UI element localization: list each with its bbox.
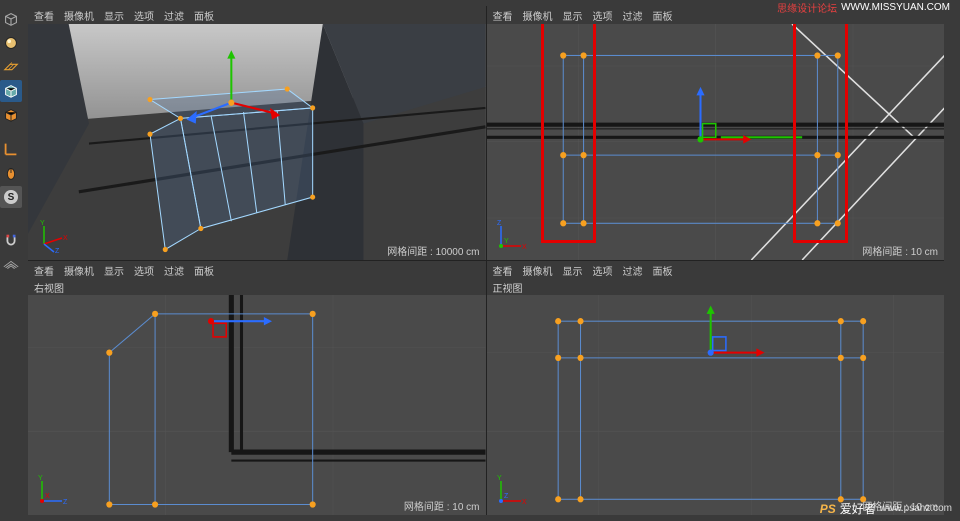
watermark-top: 思缘设计论坛 WWW.MISSYUAN.COM	[777, 0, 950, 15]
perspective-canvas[interactable]: Y X Z 网格间距 : 10000 cm	[28, 24, 486, 260]
tool-magnet[interactable]	[0, 230, 22, 252]
menu-options[interactable]: 选项	[593, 8, 613, 23]
svg-text:Z: Z	[55, 248, 60, 254]
svg-text:Y: Y	[40, 220, 45, 227]
vp-menubar: 查看 摄像机 显示 选项 过滤 面板	[487, 261, 945, 279]
tool-axis[interactable]	[0, 138, 22, 160]
menu-panel[interactable]: 面板	[653, 8, 673, 23]
menu-panel[interactable]: 面板	[194, 263, 214, 278]
menu-filter[interactable]: 过滤	[623, 8, 643, 23]
menu-display[interactable]: 显示	[104, 263, 124, 278]
watermark-top-url: WWW.MISSYUAN.COM	[841, 2, 950, 13]
svg-text:X: X	[45, 493, 50, 500]
watermark-bottom: PS 爱好者 www.psahz.com	[820, 500, 952, 517]
front-canvas[interactable]: Y X Z 网格间距 : 10 cm	[487, 295, 945, 515]
menu-camera[interactable]: 摄像机	[64, 8, 94, 23]
menu-view[interactable]: 查看	[34, 263, 54, 278]
menu-view[interactable]: 查看	[493, 8, 513, 23]
tool-grid[interactable]	[0, 254, 22, 276]
menu-filter[interactable]: 过滤	[164, 263, 184, 278]
tool-model[interactable]	[0, 80, 22, 102]
axis-gizmo: Z X Y	[493, 218, 529, 254]
menu-options[interactable]: 选项	[134, 263, 154, 278]
menu-view[interactable]: 查看	[493, 263, 513, 278]
right-canvas[interactable]: Y Z X 网格间距 : 10 cm	[28, 295, 486, 515]
perspective-scene	[28, 24, 486, 260]
right-scene	[28, 295, 486, 515]
svg-text:X: X	[522, 244, 527, 251]
left-toolbar: S	[0, 0, 24, 521]
menu-panel[interactable]: 面板	[194, 8, 214, 23]
svg-text:Z: Z	[497, 220, 502, 227]
viewport-title: 右视图	[28, 279, 486, 295]
tool-s[interactable]: S	[0, 186, 22, 208]
svg-text:Y: Y	[504, 238, 509, 245]
menu-options[interactable]: 选项	[134, 8, 154, 23]
watermark-top-label: 思缘设计论坛	[777, 0, 837, 15]
viewport-title: 正视图	[487, 279, 945, 295]
viewport-top[interactable]: 查看 摄像机 显示 选项 过滤 面板	[487, 6, 945, 260]
menu-display[interactable]: 显示	[563, 8, 583, 23]
menu-options[interactable]: 选项	[593, 263, 613, 278]
svg-text:Y: Y	[497, 475, 502, 482]
grid-spacing-label: 网格间距 : 10 cm	[404, 498, 480, 513]
top-canvas[interactable]: Z X Y 网格间距 : 10 cm	[487, 24, 945, 260]
watermark-url: www.psahz.com	[880, 503, 952, 514]
grid-spacing-label: 网格间距 : 10 cm	[862, 243, 938, 258]
watermark-brand: PS	[820, 502, 836, 516]
svg-text:X: X	[522, 499, 527, 506]
tool-plane[interactable]	[0, 56, 22, 78]
tool-mouse[interactable]	[0, 162, 22, 184]
menu-display[interactable]: 显示	[563, 263, 583, 278]
viewport-grid: 查看 摄像机 显示 选项 过滤 面板	[28, 6, 944, 515]
menu-camera[interactable]: 摄像机	[523, 8, 553, 23]
tool-object[interactable]	[0, 104, 22, 126]
grid-spacing-label: 网格间距 : 10000 cm	[387, 243, 479, 258]
tool-cube[interactable]	[0, 8, 22, 30]
menu-view[interactable]: 查看	[34, 8, 54, 23]
viewport-front[interactable]: 查看 摄像机 显示 选项 过滤 面板 正视图	[487, 261, 945, 515]
menu-filter[interactable]: 过滤	[164, 8, 184, 23]
axis-gizmo: Y Z X	[34, 473, 70, 509]
svg-text:Y: Y	[38, 475, 43, 482]
viewport-perspective[interactable]: 查看 摄像机 显示 选项 过滤 面板	[28, 6, 486, 260]
svg-text:Z: Z	[63, 499, 68, 506]
menu-camera[interactable]: 摄像机	[523, 263, 553, 278]
menu-display[interactable]: 显示	[104, 8, 124, 23]
menu-filter[interactable]: 过滤	[623, 263, 643, 278]
menu-panel[interactable]: 面板	[653, 263, 673, 278]
axis-gizmo: Y X Z	[493, 473, 529, 509]
watermark-label: 爱好者	[840, 500, 876, 517]
svg-text:X: X	[63, 235, 68, 242]
axis-gizmo: Y X Z	[34, 218, 70, 254]
vp-menubar: 查看 摄像机 显示 选项 过滤 面板	[28, 6, 486, 24]
front-scene	[487, 295, 945, 515]
top-scene	[487, 24, 945, 260]
viewport-right[interactable]: 查看 摄像机 显示 选项 过滤 面板 右视图	[28, 261, 486, 515]
vp-menubar: 查看 摄像机 显示 选项 过滤 面板	[28, 261, 486, 279]
svg-text:Z: Z	[504, 493, 509, 500]
menu-camera[interactable]: 摄像机	[64, 263, 94, 278]
tool-sphere[interactable]	[0, 32, 22, 54]
